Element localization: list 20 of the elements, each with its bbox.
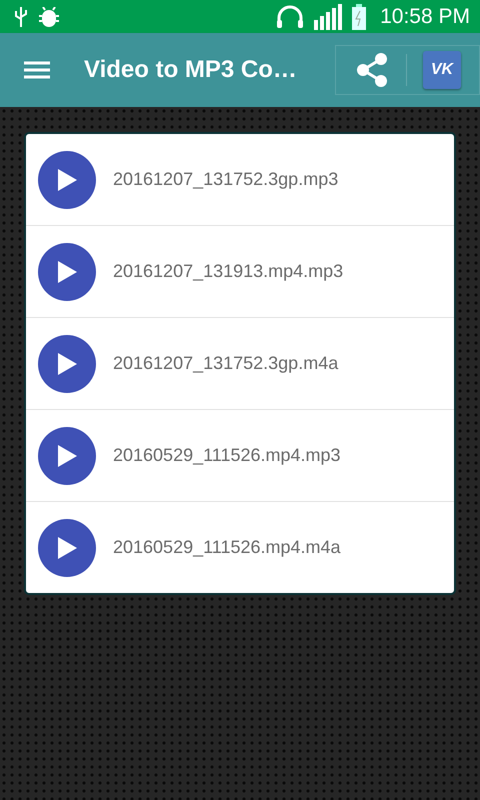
battery-icon: [352, 4, 366, 30]
file-name[interactable]: 20160529_111526.mp4.m4a: [113, 537, 341, 558]
headphones-icon: [276, 4, 304, 28]
share-icon[interactable]: [354, 52, 390, 88]
file-name[interactable]: 20160529_111526.mp4.mp3: [113, 445, 341, 466]
play-icon: [56, 260, 78, 284]
play-icon: [56, 536, 78, 560]
file-name[interactable]: 20161207_131752.3gp.mp3: [113, 169, 338, 190]
signal-icon: [314, 4, 342, 30]
file-name[interactable]: 20161207_131752.3gp.m4a: [113, 353, 338, 374]
app-title: Video to MP3 Co…: [84, 56, 298, 84]
file-name[interactable]: 20161207_131913.mp4.mp3: [113, 261, 344, 282]
play-icon: [56, 444, 78, 468]
usb-icon: [14, 6, 28, 28]
menu-icon[interactable]: [24, 61, 50, 79]
bug-icon: [38, 6, 60, 26]
play-icon: [56, 352, 78, 376]
play-icon: [56, 168, 78, 192]
vk-button[interactable]: VK: [423, 51, 461, 89]
clock-time: 10:58 PM: [380, 4, 470, 28]
